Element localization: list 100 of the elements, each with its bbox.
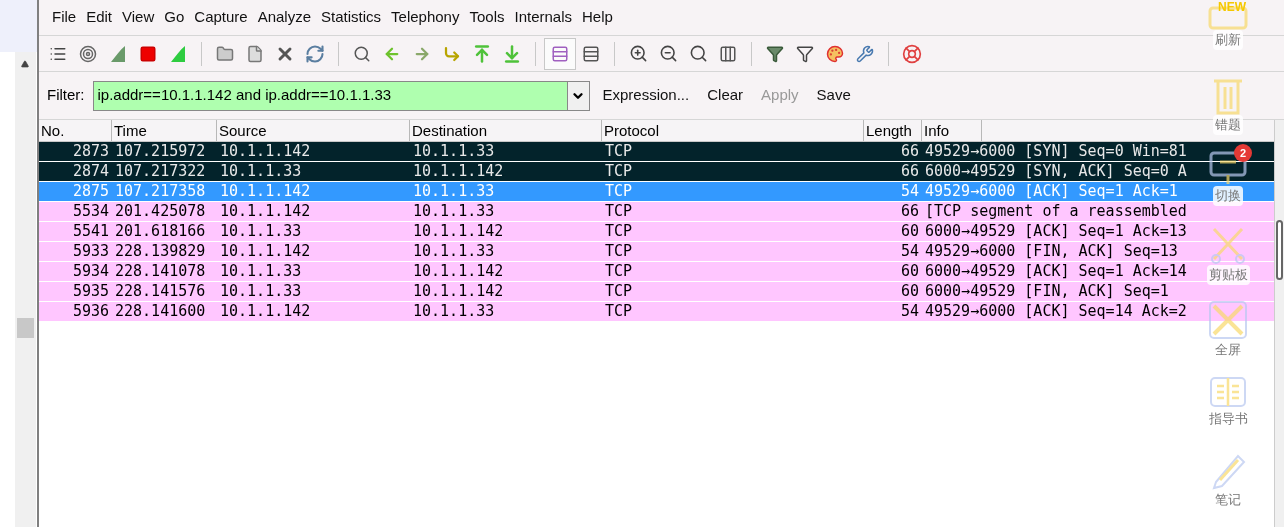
palette-icon: [826, 44, 844, 63]
book-icon: [1208, 375, 1248, 409]
packet-row[interactable]: 5933 228.139829 10.1.1.142 10.1.1.33 TCP 54 49529→6000 [FIN, ACK] Seq=13: [39, 242, 1274, 262]
table-cell-text: 54: [899, 302, 920, 321]
filter-field[interactable]: ip.addr==10.1.1.142 and ip.addr==10.1.1.33: [93, 84, 567, 107]
table-cell-text: 5934: [71, 262, 110, 281]
sidebar-label[interactable]: 剪贴板: [1206, 265, 1250, 285]
sidebar-label[interactable]: 错题: [1213, 115, 1243, 135]
menu-item[interactable]: Help: [577, 6, 618, 29]
table-cell-text: 60: [899, 282, 920, 301]
table-cell-text: 5935: [71, 282, 110, 301]
filter-icon: [796, 44, 814, 63]
table-cell-text: 6000→49529 [FIN, ACK] Seq=1: [924, 282, 1169, 301]
arrow-jump-icon: [443, 44, 461, 63]
table-cell-text: 201.425078: [114, 202, 207, 221]
table-cell-text: 201.618166: [114, 222, 207, 241]
arrow-top-icon: [472, 43, 492, 64]
dropdown-button[interactable]: [566, 81, 589, 110]
table-cell-text: TCP: [604, 242, 634, 261]
column-header[interactable]: Destination: [410, 120, 602, 141]
menu-item[interactable]: View: [117, 6, 160, 29]
table-cell-text: 10.1.1.142: [412, 282, 505, 301]
table-cell-text: TCP: [604, 182, 634, 201]
column-header[interactable]: No.: [39, 120, 112, 141]
filter-button[interactable]: Expression...: [597, 84, 695, 107]
packet-row[interactable]: 2874 107.217322 10.1.1.33 10.1.1.142 TCP 66 6000→49529 [SYN, ACK] Seq=0 A: [39, 162, 1274, 182]
file-icon: [246, 44, 264, 63]
menu-item[interactable]: Tools: [464, 6, 510, 29]
table-scrollbar[interactable]: [1274, 120, 1284, 527]
table-cell-text: 10.1.1.142: [412, 262, 505, 281]
table-cell-text: 5534: [71, 202, 110, 221]
packet-row[interactable]: 5541 201.618166 10.1.1.33 10.1.1.142 TCP 60 6000→49529 [ACK] Seq=1 Ack=13: [39, 222, 1274, 242]
table-cell-text: 6000→49529 [ACK] Seq=1 Ack=13: [924, 222, 1187, 241]
filter-button[interactable]: Save: [811, 84, 856, 107]
menu-item[interactable]: File: [47, 6, 82, 29]
table-cell-text: 49529→6000 [FIN, ACK] Seq=13: [924, 242, 1178, 261]
packet-row[interactable]: 5935 228.141576 10.1.1.33 10.1.1.142 TCP 60 6000→49529 [FIN, ACK] Seq=1: [39, 282, 1274, 302]
lifebuoy-icon: [902, 43, 922, 64]
search-icon: [353, 44, 371, 63]
filter-combo[interactable]: ip.addr==10.1.1.142 and ip.addr==10.1.1.33: [92, 80, 590, 111]
table-cell-text: 228.141078: [114, 262, 207, 281]
column-header[interactable]: Time: [112, 120, 217, 141]
table-cell-text: 6000→49529 [SYN, ACK] Seq=0 A: [924, 162, 1187, 181]
column-header[interactable]: Protocol: [602, 120, 864, 141]
table-cell-text: 49529→6000 [SYN] Seq=0 Win=81: [924, 142, 1187, 161]
table-cell-text: 10.1.1.142: [219, 142, 312, 161]
table-cell-text: 10.1.1.142: [219, 182, 312, 201]
filter-button[interactable]: Clear: [702, 84, 749, 107]
packet-row[interactable]: 5534 201.425078 10.1.1.142 10.1.1.33 TCP 66 [TCP segment of a reassembled: [39, 202, 1274, 222]
menu-item[interactable]: Edit: [81, 6, 118, 29]
menu-item[interactable]: Go: [159, 6, 190, 29]
menu-item[interactable]: Statistics: [316, 6, 387, 29]
column-header[interactable]: Info: [922, 120, 982, 141]
menu-item[interactable]: Telephony: [386, 6, 465, 29]
monitor-icon: [1208, 150, 1248, 186]
menu-item[interactable]: Internals: [509, 6, 578, 29]
table-cell-text: 10.1.1.33: [412, 302, 496, 321]
column-header[interactable]: Length: [864, 120, 922, 141]
table-cell-text: TCP: [604, 202, 634, 221]
table-cell-text: TCP: [604, 282, 634, 301]
table-cell-text: 10.1.1.142: [219, 242, 312, 261]
table-cell-text: 2874: [71, 162, 110, 181]
scroll-up-icon[interactable]: [21, 60, 29, 68]
table-cell-text: 228.141600: [114, 302, 207, 321]
table-cell-text: 10.1.1.142: [412, 222, 505, 241]
table-cell-text: TCP: [604, 222, 634, 241]
table-cell-text: 66: [899, 202, 920, 221]
packet-row[interactable]: 5936 228.141600 10.1.1.142 10.1.1.33 TCP 54 49529→6000 [ACK] Seq=14 Ack=2: [39, 302, 1274, 322]
menu-item[interactable]: Analyze: [252, 6, 317, 29]
table-cell-text: 10.1.1.33: [412, 142, 496, 161]
column-header[interactable]: Source: [217, 120, 410, 141]
table-cell-text: 66: [899, 142, 920, 161]
table-cell-text: 10.1.1.142: [219, 202, 312, 221]
table-cell-text: 6000→49529 [ACK] Seq=1 Ack=14: [924, 262, 1187, 281]
sidebar-label[interactable]: 刷新: [1213, 30, 1243, 50]
table-cell-text: 2875: [71, 182, 110, 201]
zoom-in-icon: [628, 44, 648, 63]
table-cell-text: 54: [899, 182, 920, 201]
sidebar-label[interactable]: 切换: [1213, 186, 1243, 206]
columns-icon: [719, 44, 737, 63]
table-cell-text: 107.215972: [114, 142, 207, 161]
table-cell-text: TCP: [604, 142, 634, 161]
scroll-thumb[interactable]: [1276, 220, 1283, 280]
wrench-icon: [856, 44, 874, 63]
menu-item[interactable]: Capture: [189, 6, 253, 29]
table-cell-text: 10.1.1.33: [219, 222, 303, 241]
scissors-icon: [1208, 225, 1248, 265]
table-cell-text: 10.1.1.142: [412, 162, 505, 181]
target-icon: [79, 44, 97, 63]
scrollbar[interactable]: [15, 52, 36, 527]
zoom-out-icon: [658, 44, 678, 63]
filter-icon: [766, 44, 784, 63]
scroll-thumb[interactable]: [17, 318, 34, 338]
arrow-bottom-icon: [502, 43, 522, 64]
table-cell-text: 228.141576: [114, 282, 207, 301]
new-label: NEW: [1218, 0, 1246, 16]
colorize-button[interactable]: [544, 37, 576, 70]
table-cell-text: TCP: [604, 162, 634, 181]
table-cell-text: 2873: [71, 142, 110, 161]
table-cell-text: [TCP segment of a reassembled: [924, 202, 1187, 221]
